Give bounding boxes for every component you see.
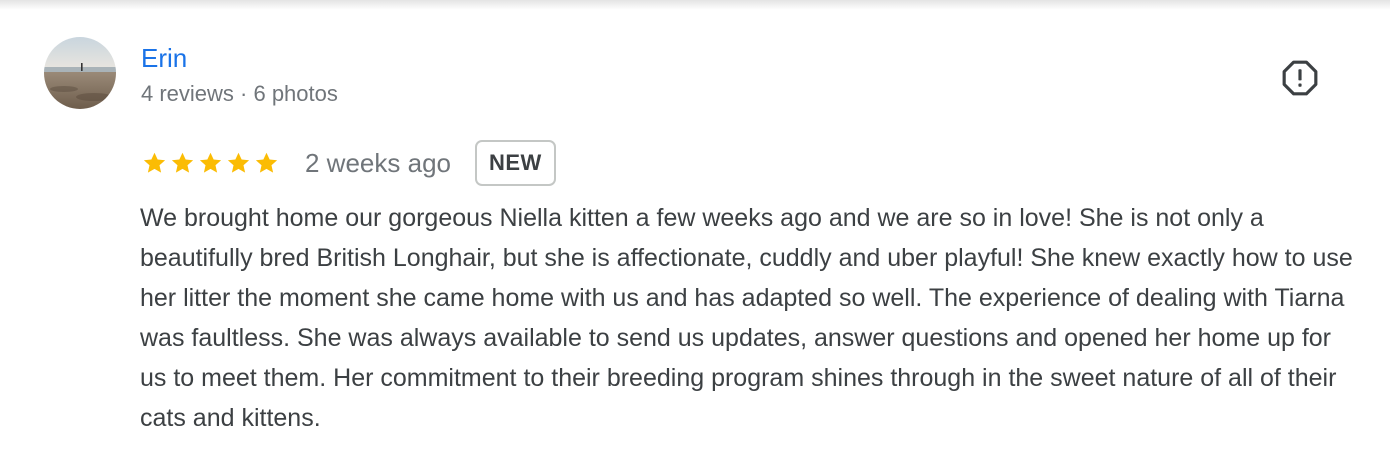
new-badge: NEW [474, 140, 556, 186]
review-card: Erin 4 reviews · 6 photos 2 weeks ago NE… [0, 0, 1390, 461]
reviewer-stats: 4 reviews · 6 photos [141, 81, 338, 106]
beach-photo-avatar [44, 37, 116, 109]
review-time: 2 weeks ago [305, 148, 451, 178]
star-rating [141, 150, 281, 176]
star-icon [227, 152, 250, 173]
reviewer-name[interactable]: Erin [141, 42, 187, 74]
star-icon [255, 152, 278, 173]
rating-row: 2 weeks ago NEW [141, 140, 556, 186]
report-flag-icon [1282, 60, 1318, 96]
top-divider-shadow [0, 0, 1390, 10]
star-icon [171, 152, 194, 173]
reviewer-avatar[interactable] [44, 37, 116, 109]
star-icon [143, 152, 166, 173]
review-text: We brought home our gorgeous Niella kitt… [140, 204, 1353, 432]
star-icon [199, 152, 222, 173]
report-review-button[interactable] [1280, 58, 1320, 98]
